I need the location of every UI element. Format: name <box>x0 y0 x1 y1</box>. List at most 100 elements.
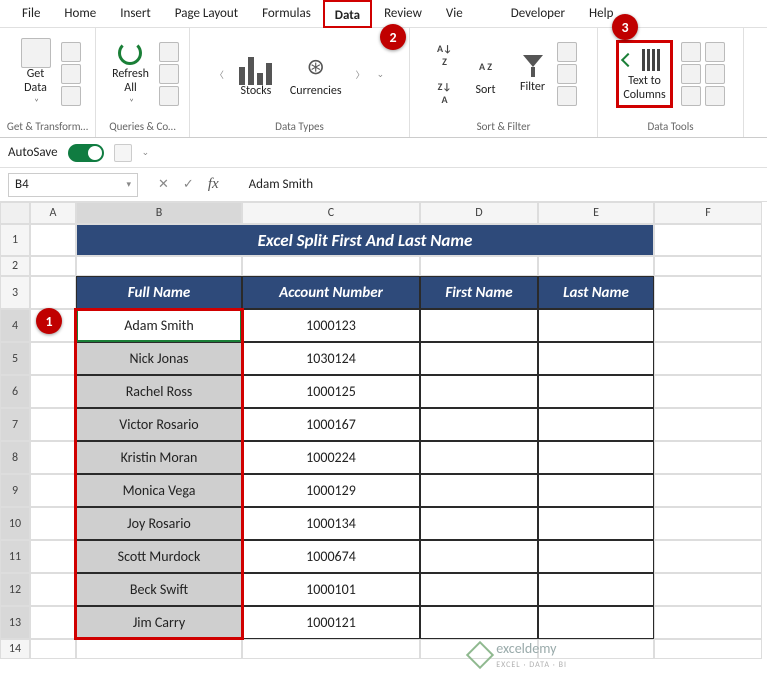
cell[interactable] <box>538 342 654 375</box>
cell-c9[interactable]: 1000129 <box>242 474 420 507</box>
cell[interactable] <box>30 342 76 375</box>
row-header[interactable]: 2 <box>0 256 30 276</box>
advanced-icon[interactable] <box>557 86 577 106</box>
row-header[interactable]: 7 <box>0 408 30 441</box>
cell-b13[interactable]: Jim Carry <box>76 606 242 639</box>
cell[interactable] <box>420 256 538 276</box>
sort-button[interactable]: A Z Sort <box>463 48 509 100</box>
cell[interactable] <box>538 375 654 408</box>
consolidate-icon[interactable] <box>705 42 725 62</box>
text-to-columns-button[interactable]: Text to Columns <box>616 40 673 108</box>
cell[interactable] <box>420 540 538 573</box>
cell[interactable] <box>30 507 76 540</box>
cell[interactable] <box>242 256 420 276</box>
queries-icon-2[interactable] <box>159 64 179 84</box>
cell[interactable] <box>654 606 762 639</box>
cell[interactable] <box>538 540 654 573</box>
cells-area[interactable]: Excel Split First And Last Name Full Nam… <box>30 224 762 659</box>
header-lastname[interactable]: Last Name <box>538 276 654 309</box>
queries-icon-3[interactable] <box>159 86 179 106</box>
name-box[interactable]: B4 ▾ <box>8 173 138 197</box>
header-account[interactable]: Account Number <box>242 276 420 309</box>
cell[interactable] <box>420 408 538 441</box>
chevron-down-icon[interactable]: ▾ <box>126 179 131 190</box>
cell[interactable] <box>538 309 654 342</box>
cell[interactable] <box>30 474 76 507</box>
cell-c13[interactable]: 1000121 <box>242 606 420 639</box>
tab-file[interactable]: File <box>10 0 52 28</box>
cell-b9[interactable]: Monica Vega <box>76 474 242 507</box>
cell-b7[interactable]: Victor Rosario <box>76 408 242 441</box>
row-header[interactable]: 8 <box>0 441 30 474</box>
cell[interactable] <box>76 639 242 659</box>
cell[interactable] <box>30 639 76 659</box>
cell[interactable] <box>30 606 76 639</box>
cell[interactable] <box>654 441 762 474</box>
cell-b12[interactable]: Beck Swift <box>76 573 242 606</box>
cell-c10[interactable]: 1000134 <box>242 507 420 540</box>
cell[interactable] <box>420 441 538 474</box>
cell[interactable] <box>30 540 76 573</box>
cell[interactable] <box>538 408 654 441</box>
cell[interactable] <box>30 256 76 276</box>
tab-data[interactable]: Data <box>323 0 372 28</box>
col-header-a[interactable]: A <box>30 202 76 224</box>
chevron-right-icon[interactable]: 〉 <box>352 68 369 81</box>
clear-filter-icon[interactable] <box>557 42 577 62</box>
remove-duplicates-icon[interactable] <box>681 64 701 84</box>
get-data-small-icons[interactable] <box>61 42 81 106</box>
cell[interactable] <box>538 507 654 540</box>
chevron-down-icon[interactable]: ⌄ <box>373 69 389 80</box>
col-header-c[interactable]: C <box>242 202 420 224</box>
reapply-icon[interactable] <box>557 64 577 84</box>
cell[interactable] <box>538 573 654 606</box>
cell[interactable] <box>30 224 76 256</box>
cell[interactable] <box>654 375 762 408</box>
cell[interactable] <box>30 573 76 606</box>
from-web-icon[interactable] <box>61 64 81 84</box>
flash-fill-icon[interactable] <box>681 42 701 62</box>
save-icon[interactable] <box>114 144 132 162</box>
cell-b5[interactable]: Nick Jonas <box>76 342 242 375</box>
tab-formulas[interactable]: Formulas <box>250 0 323 28</box>
cell[interactable] <box>538 474 654 507</box>
row-header[interactable]: 11 <box>0 540 30 573</box>
cell-b10[interactable]: Joy Rosario <box>76 507 242 540</box>
data-validation-icon[interactable] <box>681 86 701 106</box>
cell[interactable] <box>654 276 762 309</box>
cell[interactable] <box>420 474 538 507</box>
queries-small-icons[interactable] <box>159 42 179 106</box>
cell-c11[interactable]: 1000674 <box>242 540 420 573</box>
from-text-icon[interactable] <box>61 42 81 62</box>
cell[interactable] <box>30 441 76 474</box>
queries-icon-1[interactable] <box>159 42 179 62</box>
row-header[interactable]: 1 <box>0 224 30 256</box>
row-header[interactable]: 14 <box>0 639 30 659</box>
cell[interactable] <box>654 639 762 659</box>
header-firstname[interactable]: First Name <box>420 276 538 309</box>
qa-dropdown-icon[interactable]: ⌄ <box>142 147 150 158</box>
cell[interactable] <box>654 408 762 441</box>
tab-insert[interactable]: Insert <box>108 0 163 28</box>
from-table-icon[interactable] <box>61 86 81 106</box>
cell-b11[interactable]: Scott Murdock <box>76 540 242 573</box>
cell[interactable] <box>538 606 654 639</box>
col-header-d[interactable]: D <box>420 202 538 224</box>
cell[interactable] <box>420 573 538 606</box>
refresh-all-button[interactable]: Refresh All <box>106 36 155 111</box>
cell[interactable] <box>654 224 762 256</box>
cell-b8[interactable]: Kristin Moran <box>76 441 242 474</box>
col-header-f[interactable]: F <box>654 202 762 224</box>
cell-c6[interactable]: 1000125 <box>242 375 420 408</box>
cell[interactable] <box>654 256 762 276</box>
tab-home[interactable]: Home <box>52 0 108 28</box>
cell[interactable] <box>538 256 654 276</box>
row-header[interactable]: 5 <box>0 342 30 375</box>
col-header-b[interactable]: B <box>76 202 242 224</box>
row-header[interactable]: 13 <box>0 606 30 639</box>
relationships-icon[interactable] <box>705 64 725 84</box>
cell[interactable] <box>30 375 76 408</box>
header-fullname[interactable]: Full Name <box>76 276 242 309</box>
cell[interactable] <box>420 309 538 342</box>
autosave-toggle[interactable] <box>68 144 104 162</box>
